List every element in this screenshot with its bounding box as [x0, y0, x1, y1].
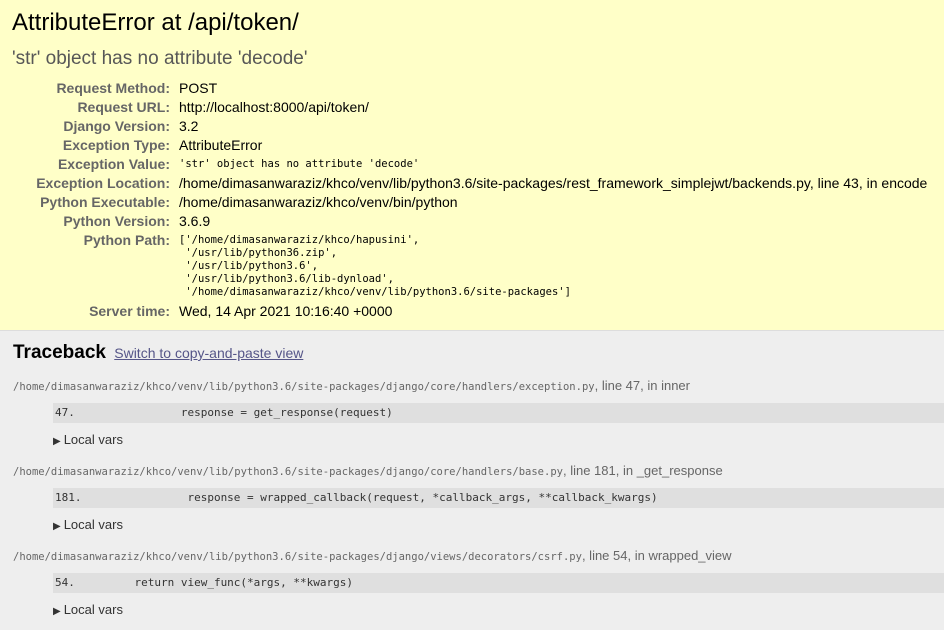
frame-code-line[interactable]: 54. return view_func(*args, **kwargs)	[53, 573, 944, 593]
meta-row-python-executable: Python Executable: /home/dimasanwaraziz/…	[12, 193, 927, 212]
triangle-right-icon: ▶	[53, 521, 61, 532]
frame-file-location: /home/dimasanwaraziz/khco/venv/lib/pytho…	[13, 463, 944, 480]
frame-file-path: /home/dimasanwaraziz/khco/venv/lib/pytho…	[13, 466, 563, 478]
frame-code-line[interactable]: 47. response = get_response(request)	[53, 403, 944, 423]
meta-label: Python Executable:	[40, 194, 170, 210]
triangle-right-icon: ▶	[53, 606, 61, 617]
local-vars-toggle[interactable]: ▶ Local vars	[53, 602, 944, 620]
local-vars-label: Local vars	[63, 432, 123, 447]
meta-value: http://localhost:8000/api/token/	[179, 99, 369, 115]
meta-row-exception-type: Exception Type: AttributeError	[12, 136, 927, 155]
meta-row-request-method: Request Method: POST	[12, 79, 927, 98]
frame-line-info: , line 47, in inner	[594, 378, 690, 393]
frame-line-info: , line 54, in wrapped_view	[581, 548, 732, 563]
request-meta-table: Request Method: POST Request URL: http:/…	[12, 79, 927, 321]
traceback-frame: /home/dimasanwaraziz/khco/venv/lib/pytho…	[13, 548, 944, 620]
meta-label: Python Path:	[83, 232, 170, 248]
frame-file-location: /home/dimasanwaraziz/khco/venv/lib/pytho…	[13, 548, 944, 565]
traceback-frame: /home/dimasanwaraziz/khco/venv/lib/pytho…	[13, 463, 944, 535]
meta-label: Django Version:	[63, 118, 170, 134]
traceback-frame: /home/dimasanwaraziz/khco/venv/lib/pytho…	[13, 378, 944, 450]
meta-row-exception-value: Exception Value: 'str' object has no att…	[12, 155, 927, 174]
python-path-line: ['/home/dimasanwaraziz/khco/hapusini',	[179, 234, 420, 246]
meta-label: Server time:	[89, 303, 170, 319]
meta-row-django-version: Django Version: 3.2	[12, 117, 927, 136]
python-path-line: '/home/dimasanwaraziz/khco/venv/lib/pyth…	[179, 286, 571, 298]
frame-file-location: /home/dimasanwaraziz/khco/venv/lib/pytho…	[13, 378, 944, 395]
exception-message: 'str' object has no attribute 'decode'	[12, 48, 308, 69]
frame-file-path: /home/dimasanwaraziz/khco/venv/lib/pytho…	[13, 381, 595, 393]
page-title: AttributeError at /api/token/	[12, 9, 299, 36]
python-path-line: '/usr/lib/python3.6/lib-dynload',	[179, 273, 394, 285]
traceback-section: Traceback Switch to copy-and-paste view …	[0, 331, 944, 620]
python-path-list: ['/home/dimasanwaraziz/khco/hapusini', '…	[179, 231, 927, 302]
traceback-title: Traceback	[13, 342, 106, 363]
python-path-line: '/usr/lib/python3.6',	[179, 260, 319, 272]
frame-line-info: , line 181, in _get_response	[562, 463, 723, 478]
error-summary: AttributeError at /api/token/ 'str' obje…	[0, 0, 944, 331]
meta-row-python-path: Python Path: ['/home/dimasanwaraziz/khco…	[12, 231, 927, 302]
meta-label: Request Method:	[56, 80, 170, 96]
meta-row-server-time: Server time: Wed, 14 Apr 2021 10:16:40 +…	[12, 302, 927, 321]
meta-value: Wed, 14 Apr 2021 10:16:40 +0000	[179, 303, 393, 319]
meta-label: Request URL:	[77, 99, 170, 115]
traceback-heading: Traceback Switch to copy-and-paste view	[13, 341, 944, 365]
meta-row-request-url: Request URL: http://localhost:8000/api/t…	[12, 98, 927, 117]
local-vars-toggle[interactable]: ▶ Local vars	[53, 432, 944, 450]
local-vars-toggle[interactable]: ▶ Local vars	[53, 517, 944, 535]
meta-value: AttributeError	[179, 137, 263, 153]
meta-value: POST	[179, 80, 218, 96]
meta-row-exception-location: Exception Location: /home/dimasanwaraziz…	[12, 174, 927, 193]
meta-value: 3.2	[179, 118, 199, 134]
python-path-line: '/usr/lib/python36.zip',	[179, 247, 338, 259]
meta-label: Exception Location:	[36, 175, 170, 191]
frame-code-line[interactable]: 181. response = wrapped_callback(request…	[53, 488, 944, 508]
meta-value: 3.6.9	[179, 213, 211, 229]
meta-row-python-version: Python Version: 3.6.9	[12, 212, 927, 231]
local-vars-label: Local vars	[63, 517, 123, 532]
triangle-right-icon: ▶	[53, 436, 61, 447]
meta-value: /home/dimasanwaraziz/khco/venv/bin/pytho…	[179, 194, 458, 210]
meta-value: 'str' object has no attribute 'decode'	[179, 158, 420, 170]
switch-view-link[interactable]: Switch to copy-and-paste view	[114, 345, 303, 361]
meta-label: Exception Value:	[57, 156, 170, 172]
frame-file-path: /home/dimasanwaraziz/khco/venv/lib/pytho…	[13, 551, 582, 563]
meta-value: /home/dimasanwaraziz/khco/venv/lib/pytho…	[179, 175, 928, 191]
local-vars-label: Local vars	[63, 602, 123, 617]
meta-label: Exception Type:	[62, 137, 170, 153]
meta-label: Python Version:	[63, 213, 170, 229]
